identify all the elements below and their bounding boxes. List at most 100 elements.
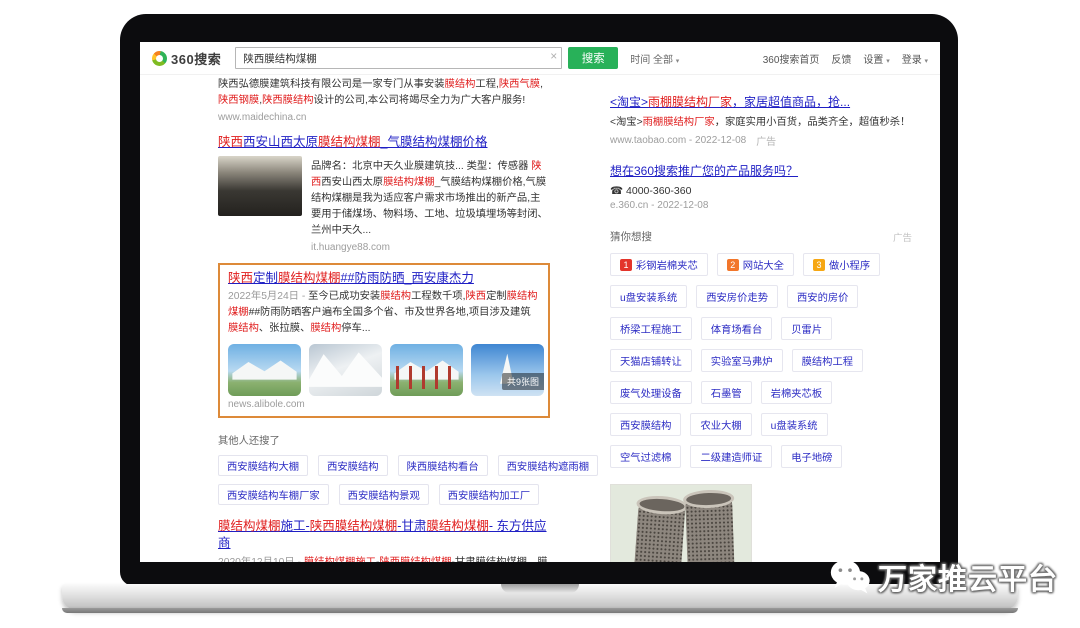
suggest-tag[interactable]: 岩棉夹芯板 xyxy=(761,381,832,404)
related-search-tag[interactable]: 西安膜结构遮雨棚 xyxy=(498,455,598,476)
suggest-tag-hot[interactable]: 1 彩钢岩棉夹芯 xyxy=(610,253,708,276)
related-search-tag[interactable]: 西安膜结构 xyxy=(318,455,387,476)
related-search-tag[interactable]: 西安膜结构加工厂 xyxy=(439,484,539,505)
sidebar-column: <淘宝>雨棚膜结构厂家，家居超值商品，抢... <淘宝>雨棚膜结构厂家，家庭实用… xyxy=(610,75,912,562)
360-logo-text: 360搜索 xyxy=(171,49,221,68)
promo-title-link[interactable]: 想在360搜索推广您的产品服务吗？ xyxy=(610,163,912,180)
search-box: × xyxy=(235,47,562,69)
result-title-link[interactable]: 陕西定制膜结构煤棚##防雨防晒_西安康杰力 xyxy=(228,270,540,287)
suggest-tag[interactable]: u盘安装系统 xyxy=(610,285,687,308)
chevron-down-icon: ▾ xyxy=(886,58,890,65)
phone-icon: ☎ xyxy=(610,185,623,197)
result-huangye88: 陕西西安山西太原膜结构煤棚_气膜结构煤棚价格 品牌名：北京中天久业膜建筑技...… xyxy=(218,134,550,253)
time-filter-label: 时间 xyxy=(630,55,650,66)
results-column: 陕西弘德膜建筑科技有限公司是一家专门从事安装膜结构工程,陕西气膜,陕西钢膜,陕西… xyxy=(218,75,550,562)
membrane-structure-thumbnail[interactable] xyxy=(309,344,382,396)
suggest-header: 猜你想搜 广告 xyxy=(610,229,912,244)
suggest-row: 废气处理设备 石墨管 岩棉夹芯板 xyxy=(610,381,912,404)
search-filters[interactable]: 时间 全部 ▾ xyxy=(630,51,679,66)
watermark: 万家推云平台 xyxy=(828,556,1058,598)
suggest-row: u盘安装系统 西安房价走势 西安的房价 xyxy=(610,285,912,308)
360-logo-icon xyxy=(152,51,167,66)
result-featured-highlight-box: 陕西定制膜结构煤棚##防雨防晒_西安康杰力 2022年5月24日 - 至今已成功… xyxy=(218,263,550,419)
promo-360: 想在360搜索推广您的产品服务吗？ ☎ 4000-360-360 e.360.c… xyxy=(610,163,912,211)
related-search-tag[interactable]: 西安膜结构景观 xyxy=(339,484,429,505)
result-thumbnails: 共9张图 xyxy=(228,344,540,396)
suggest-tag-hot[interactable]: 3 做小程序 xyxy=(803,253,880,276)
chevron-down-icon: ▾ xyxy=(676,58,680,65)
rank-1-badge: 1 xyxy=(620,259,632,271)
nav-home-link[interactable]: 360搜索首页 xyxy=(763,51,820,66)
result-snippet: 2022年5月24日 - 至今已成功安装膜结构工程数千项,陕西定制膜结构煤棚##… xyxy=(228,289,540,337)
nav-settings-link[interactable]: 设置 ▾ xyxy=(863,51,889,66)
360-logo[interactable]: 360搜索 xyxy=(152,49,221,68)
clear-search-icon[interactable]: × xyxy=(550,50,557,62)
related-search-tag[interactable]: 西安膜结构大棚 xyxy=(218,455,308,476)
rank-2-badge: 2 xyxy=(727,259,739,271)
suggest-tag[interactable]: 二级建造师证 xyxy=(690,445,772,468)
suggest-tag[interactable]: 桥梁工程施工 xyxy=(610,317,692,340)
result-snippet: 2020年12月10日 - 膜结构煤棚施工-陕西膜结构煤棚-甘肃膜结构煤棚、膜结… xyxy=(218,555,550,562)
result-title-link[interactable]: 膜结构煤棚施工-陕西膜结构煤棚-甘肃膜结构煤棚- 东方供应商 xyxy=(218,518,550,552)
related-search-row: 西安膜结构大棚 西安膜结构 陕西膜结构看台 西安膜结构遮雨棚 xyxy=(218,455,550,476)
scope-filter-label: 全部 xyxy=(653,55,673,66)
result-snippet: 品牌名：北京中天久业膜建筑技... 类型：传感器 陕西西安山西太原膜结构煤棚_气… xyxy=(311,159,550,239)
suggest-row: 桥梁工程施工 体育场看台 贝雷片 xyxy=(610,317,912,340)
result-title-link[interactable]: 陕西西安山西太原膜结构煤棚_气膜结构煤棚价格 xyxy=(218,134,550,151)
header-nav: 360搜索首页 反馈 设置 ▾ 登录 ▾ xyxy=(763,51,928,66)
membrane-structure-thumbnail[interactable] xyxy=(390,344,463,396)
nav-login-link[interactable]: 登录 ▾ xyxy=(902,51,928,66)
chevron-down-icon: ▾ xyxy=(924,58,928,65)
result-eastsoo: 膜结构煤棚施工-陕西膜结构煤棚-甘肃膜结构煤棚- 东方供应商 2020年12月1… xyxy=(218,518,550,562)
mesh-cylinder xyxy=(685,496,736,562)
suggest-label: 猜你想搜 xyxy=(610,229,652,244)
result-thumbnail-coal-shed[interactable] xyxy=(218,156,302,216)
result-url: www.maidechina.cn xyxy=(218,112,550,123)
wechat-icon xyxy=(828,556,872,598)
suggest-tag[interactable]: 废气处理设备 xyxy=(610,381,692,404)
ad-url: www.taobao.com - 2022-12-08 广告 xyxy=(610,133,912,148)
browser-viewport: 360搜索 × 搜索 时间 全部 ▾ 360搜索首页 反馈 设置 ▾ 登录 ▾ … xyxy=(140,42,940,562)
ad-label: 广告 xyxy=(756,133,776,148)
ad-snippet: <淘宝>雨棚膜结构厂家，家庭实用小百货，品类齐全，超值秒杀！ xyxy=(610,115,912,130)
promo-url: e.360.cn - 2022-12-08 xyxy=(610,200,912,211)
related-search-row: 西安膜结构车棚厂家 西安膜结构景观 西安膜结构加工厂 xyxy=(218,484,550,505)
suggest-tag[interactable]: 实验室马弗炉 xyxy=(701,349,783,372)
result-maidechina: 陕西弘德膜建筑科技有限公司是一家专门从事安装膜结构工程,陕西气膜,陕西钢膜,陕西… xyxy=(218,77,550,123)
photo-count-badge: 共9张图 xyxy=(502,373,544,390)
ad-title-link[interactable]: <淘宝>雨棚膜结构厂家，家居超值商品，抢... xyxy=(610,94,912,111)
suggest-tag[interactable]: 天猫店铺转让 xyxy=(610,349,692,372)
suggest-tag[interactable]: 膜结构工程 xyxy=(792,349,863,372)
related-search-tag[interactable]: 陕西膜结构看台 xyxy=(398,455,488,476)
mesh-cylinder xyxy=(631,502,685,562)
nav-feedback-link[interactable]: 反馈 xyxy=(831,51,851,66)
membrane-structure-thumbnail[interactable] xyxy=(228,344,301,396)
suggest-row: 空气过滤棉 二级建造师证 电子地磅 xyxy=(610,445,912,468)
ad-label: 广告 xyxy=(893,230,912,244)
result-url: it.huangye88.com xyxy=(311,242,550,253)
suggest-row: 西安膜结构 农业大棚 u盘装系统 xyxy=(610,413,912,436)
mesh-cylinders-image[interactable] xyxy=(610,484,752,562)
suggest-tag[interactable]: 农业大棚 xyxy=(690,413,751,436)
search-button[interactable]: 搜索 xyxy=(568,47,618,69)
rank-3-badge: 3 xyxy=(813,259,825,271)
suggest-tag[interactable]: u盘装系统 xyxy=(761,413,828,436)
promo-phone: ☎ 4000-360-360 xyxy=(610,185,912,197)
search-header: 360搜索 × 搜索 时间 全部 ▾ 360搜索首页 反馈 设置 ▾ 登录 ▾ xyxy=(140,42,940,75)
suggest-tag[interactable]: 贝雷片 xyxy=(781,317,832,340)
suggest-tag[interactable]: 西安房价走势 xyxy=(696,285,778,308)
watermark-text: 万家推云平台 xyxy=(878,556,1058,598)
suggest-tag[interactable]: 体育场看台 xyxy=(701,317,772,340)
suggest-tag[interactable]: 电子地磅 xyxy=(781,445,842,468)
suggest-row: 1 彩钢岩棉夹芯 2 网站大全 3 做小程序 xyxy=(610,253,912,276)
suggest-tag-hot[interactable]: 2 网站大全 xyxy=(717,253,794,276)
suggest-tag[interactable]: 西安的房价 xyxy=(787,285,858,308)
result-snippet: 陕西弘德膜建筑科技有限公司是一家专门从事安装膜结构工程,陕西气膜,陕西钢膜,陕西… xyxy=(218,77,550,109)
related-search-tag[interactable]: 西安膜结构车棚厂家 xyxy=(218,484,329,505)
suggest-tag[interactable]: 石墨管 xyxy=(701,381,752,404)
suggest-tag[interactable]: 空气过滤棉 xyxy=(610,445,681,468)
suggest-tag[interactable]: 西安膜结构 xyxy=(610,413,681,436)
membrane-structure-thumbnail[interactable]: 共9张图 xyxy=(471,344,544,396)
ad-taobao: <淘宝>雨棚膜结构厂家，家居超值商品，抢... <淘宝>雨棚膜结构厂家，家庭实用… xyxy=(610,94,912,148)
search-input[interactable] xyxy=(235,47,562,69)
